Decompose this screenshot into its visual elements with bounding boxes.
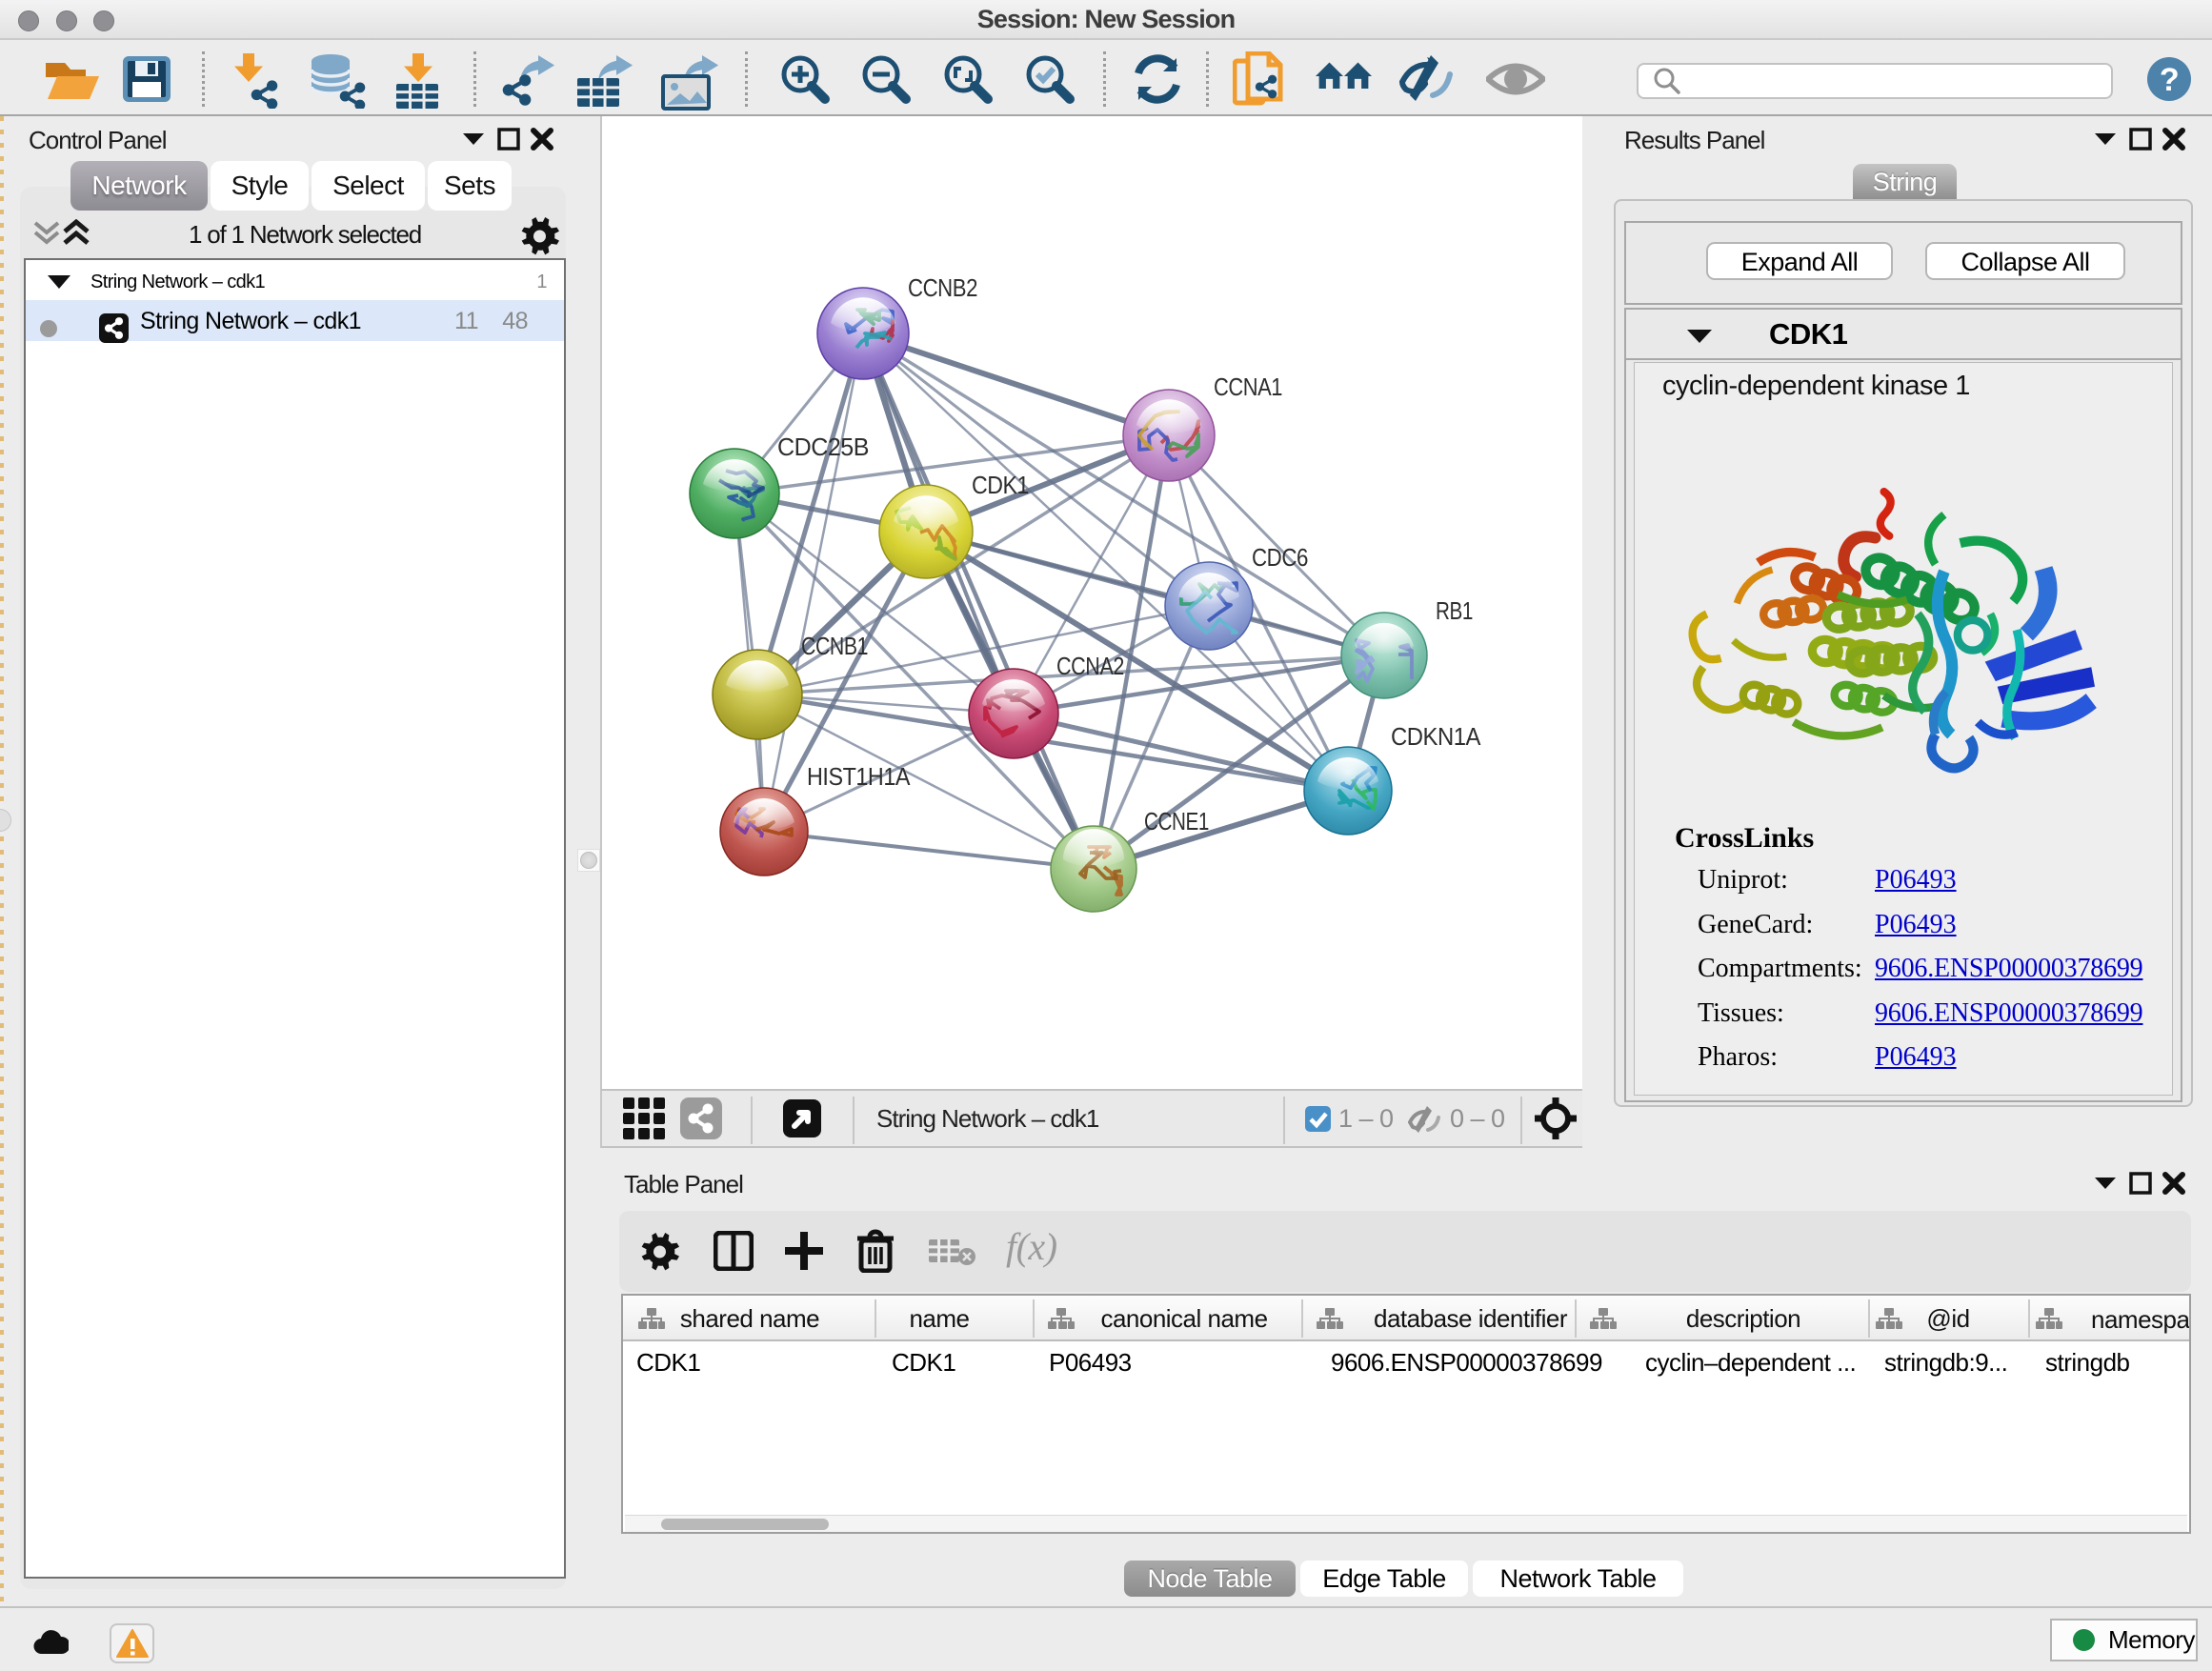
svg-text:CCNB1: CCNB1: [801, 632, 868, 660]
svg-text:HIST1H1A: HIST1H1A: [807, 762, 911, 791]
svg-text:CCNA1: CCNA1: [1214, 372, 1282, 401]
svg-text:?: ?: [2160, 62, 2179, 98]
svg-text:CCNA2: CCNA2: [1056, 652, 1124, 680]
svg-text:RB1: RB1: [1436, 596, 1473, 625]
svg-text:CDKN1A: CDKN1A: [1391, 722, 1481, 751]
svg-text:CDC6: CDC6: [1252, 543, 1308, 572]
svg-text:CCNB2: CCNB2: [908, 273, 977, 302]
svg-text:CDC25B: CDC25B: [777, 433, 869, 461]
svg-text:CDK1: CDK1: [972, 471, 1029, 499]
svg-text:CCNE1: CCNE1: [1144, 807, 1209, 836]
